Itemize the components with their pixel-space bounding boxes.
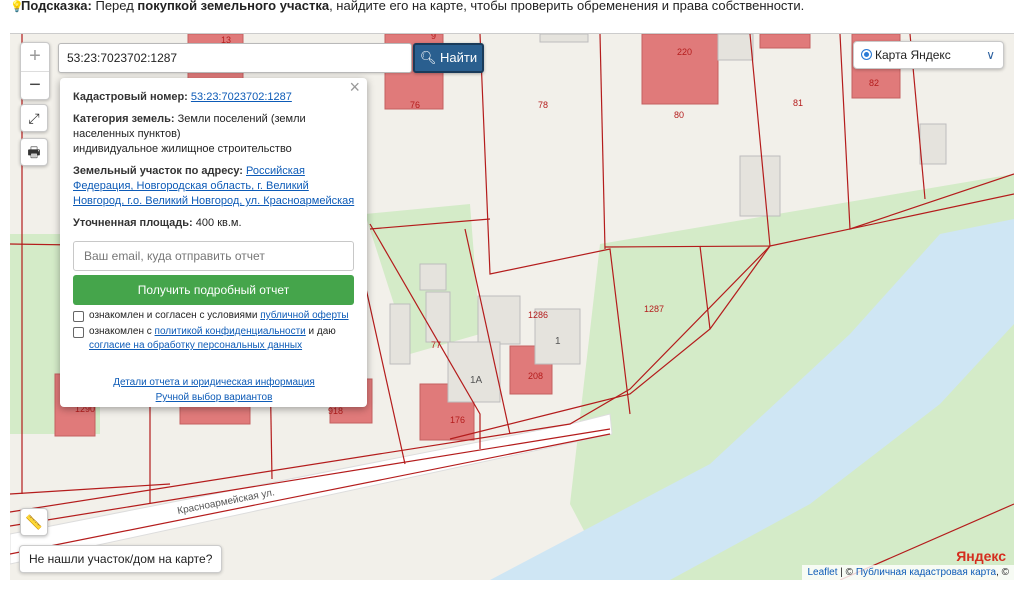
offer-checkbox[interactable] (73, 311, 84, 322)
print-button[interactable]: 🖶 (20, 138, 48, 166)
hint-text-1: Перед (91, 0, 138, 13)
find-button-label: Найти (440, 50, 478, 65)
label-80: 80 (674, 110, 684, 120)
cadastral-map-link[interactable]: Публичная кадастровая карта (856, 567, 996, 578)
area-row: Уточненная площадь: 400 кв.м. (73, 216, 355, 231)
yandex-logo: Яндекс (956, 548, 1006, 564)
building-220 (641, 34, 719, 105)
label-76: 76 (410, 100, 420, 110)
privacy-checkbox-label: ознакомлен с политикой конфиденциальност… (89, 325, 336, 353)
label-1a: 1А (470, 375, 483, 386)
popup-links: Детали отчета и юридическая информация Р… (73, 375, 355, 405)
area-label: Уточненная площадь: (73, 217, 193, 229)
ruler-icon: 📏 (25, 514, 43, 530)
attribution: Leaflet | © Публичная кадастровая карта,… (802, 565, 1014, 580)
zoom-control: + − (20, 42, 50, 100)
privacy-text: ознакомлен с (89, 326, 155, 337)
label-1287: 1287 (644, 304, 664, 314)
privacy-mid: и даю (305, 326, 336, 337)
lightbulb-icon: 💡 (10, 1, 24, 13)
zoom-out-button[interactable]: − (21, 71, 49, 100)
area-value: 400 кв.м. (195, 217, 242, 229)
label-918: 918 (328, 406, 343, 416)
privacy-link[interactable]: политикой конфиденциальности (155, 326, 306, 337)
building-top (759, 34, 811, 49)
attribution-tail: , © (996, 567, 1009, 578)
email-field[interactable] (73, 241, 354, 271)
get-report-button[interactable]: Получить подробный отчет (73, 275, 354, 305)
label-208: 208 (528, 371, 543, 381)
land-use-value: индивидуальное жилищное строительство (73, 143, 292, 155)
find-button[interactable]: 🔍︎ Найти (413, 43, 484, 73)
layer-radio-icon (861, 49, 872, 60)
hint-text-2: , найдите его на карте, чтобы проверить … (329, 0, 805, 13)
privacy-checkbox-row: ознакомлен с политикой конфиденциальност… (73, 325, 355, 353)
expand-icon: ⤢ (28, 110, 40, 126)
offer-checkbox-label: ознакомлен и согласен с условиями публич… (89, 309, 349, 323)
close-icon[interactable]: × (349, 78, 360, 96)
label-82: 82 (869, 78, 879, 88)
address-row: Земельный участок по адресу: Российская … (73, 164, 355, 209)
offer-link[interactable]: публичной оферты (260, 310, 348, 321)
hint-label: Подсказка: (21, 0, 92, 13)
offer-text: ознакомлен и согласен с условиями (89, 310, 261, 321)
printer-icon: 🖶 (27, 144, 41, 160)
details-link[interactable]: Детали отчета и юридическая информация (113, 377, 315, 388)
hint-bold: покупкой земельного участка (137, 0, 330, 13)
category-label: Категория земель: (73, 113, 175, 125)
manual-select-link[interactable]: Ручной выбор вариантов (156, 392, 273, 403)
consent-link[interactable]: согласие на обработку персональных данны… (89, 340, 302, 351)
cad-number-row: Кадастровый номер: 53:23:7023702:1287 (73, 90, 355, 105)
attribution-sep: | © (837, 567, 856, 578)
hint-bar: 💡Подсказка: Перед покупкой земельного уч… (0, 0, 1024, 24)
label-176: 176 (450, 415, 465, 425)
map-canvas[interactable]: 220 82 78 80 81 76 13 9 1286 1287 1 77 1… (10, 33, 1014, 580)
fullscreen-button[interactable]: ⤢ (20, 104, 48, 132)
not-found-button[interactable]: Не нашли участок/дом на карте? (19, 545, 223, 573)
search-icon: 🔍︎ (419, 50, 437, 65)
privacy-checkbox[interactable] (73, 327, 84, 338)
cad-number-label: Кадастровый номер: (73, 91, 188, 103)
layer-label: Карта Яндекс (875, 48, 951, 62)
leaflet-link[interactable]: Leaflet (807, 567, 837, 578)
label-81: 81 (793, 98, 803, 108)
label-1: 1 (555, 336, 561, 347)
category-row: Категория земель: Земли поселений (земли… (73, 112, 355, 157)
label-1286: 1286 (528, 310, 548, 320)
parcel-info-popup: × Кадастровый номер: 53:23:7023702:1287 … (60, 78, 367, 407)
label-220: 220 (677, 47, 692, 57)
layer-select[interactable]: Карта Яндекс ∨ (853, 41, 1004, 69)
cadastral-search-input[interactable] (58, 43, 412, 73)
label-78: 78 (538, 100, 548, 110)
zoom-in-button[interactable]: + (21, 43, 49, 71)
address-label: Земельный участок по адресу: (73, 165, 243, 177)
offer-checkbox-row: ознакомлен и согласен с условиями публич… (73, 309, 355, 323)
measure-button[interactable]: 📏 (20, 508, 48, 536)
cad-number-link[interactable]: 53:23:7023702:1287 (191, 91, 292, 103)
chevron-down-icon: ∨ (986, 48, 995, 62)
road (10, 413, 613, 565)
label-77: 77 (431, 340, 441, 350)
label-9: 9 (431, 34, 436, 41)
